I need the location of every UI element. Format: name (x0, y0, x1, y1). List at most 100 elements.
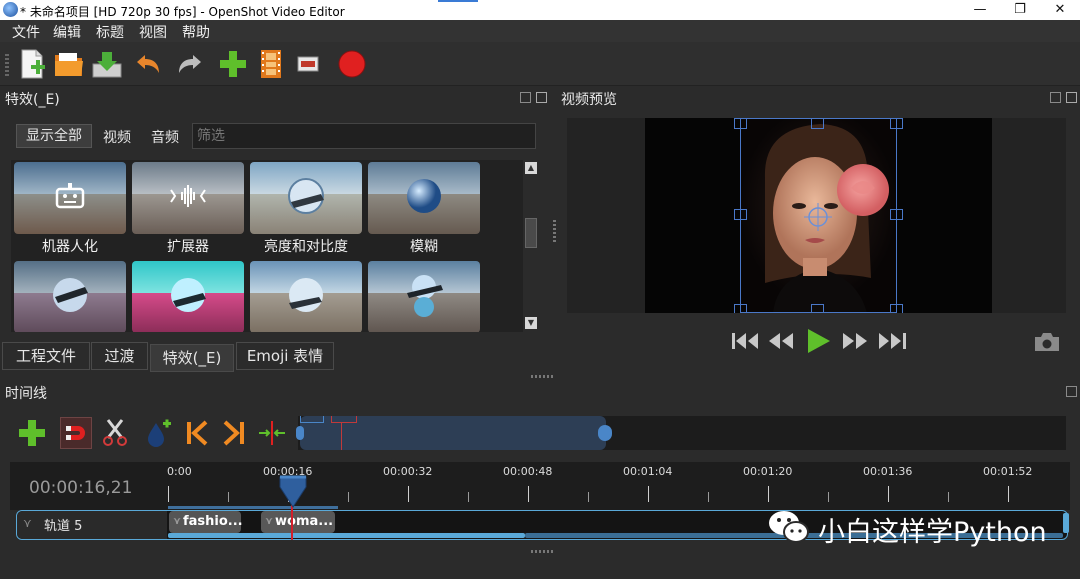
watermark-text: 小白这样学Python (818, 517, 1047, 548)
menu-help[interactable]: 帮助 (182, 22, 210, 42)
audio-filter-button[interactable]: 音频 (151, 127, 179, 147)
transform-handle[interactable] (890, 118, 903, 129)
track-collapse-icon[interactable]: ⋎ (23, 516, 32, 530)
scroll-up-icon[interactable]: ▲ (525, 162, 537, 174)
menu-edit[interactable]: 编辑 (53, 22, 81, 42)
scroll-thumb[interactable] (525, 218, 537, 248)
transform-handle[interactable] (890, 209, 903, 220)
clip-menu-icon[interactable]: ⋎ (173, 511, 181, 533)
save-project-icon[interactable] (91, 48, 123, 80)
timeline-title: 时间线 (5, 386, 47, 402)
track-end-handle[interactable] (1063, 513, 1069, 533)
clip-woman[interactable]: ⋎ woma... (261, 511, 335, 533)
close-button[interactable]: ✕ (1037, 0, 1080, 20)
snapping-icon[interactable] (60, 417, 92, 449)
transform-handle[interactable] (811, 304, 824, 313)
clip-label: woma... (275, 514, 334, 529)
new-project-icon[interactable] (16, 48, 48, 80)
window-title: * 未命名项目 [HD 720p 30 fps] - OpenShot Vide… (20, 5, 345, 19)
vertical-splitter[interactable] (553, 220, 556, 242)
toolbar-grip[interactable] (5, 54, 9, 76)
bottom-splitter[interactable] (531, 550, 553, 553)
title-accent (438, 0, 478, 2)
show-all-button[interactable]: 显示全部 (16, 124, 92, 148)
ruler-tick (648, 486, 649, 502)
horizontal-splitter[interactable] (531, 375, 553, 378)
effect-thumb[interactable] (132, 261, 244, 332)
record-icon[interactable] (336, 48, 368, 80)
clip-fashion[interactable]: ⋎ fashio... (169, 511, 243, 533)
zoom-playhead-marker (331, 416, 357, 423)
ruler-tick (528, 486, 529, 502)
effect-thumb[interactable] (250, 261, 362, 332)
scroll-down-icon[interactable]: ▼ (525, 317, 537, 329)
filter-input[interactable]: 筛选 (192, 123, 536, 149)
current-time-display: 00:00:16,21 (29, 478, 133, 498)
tab-transitions[interactable]: 过渡 (91, 342, 148, 370)
ruler-tick (1008, 486, 1009, 502)
fast-forward-icon[interactable] (841, 330, 869, 352)
timeline-float-icon[interactable] (1066, 386, 1077, 397)
effect-label: 模糊 (410, 239, 438, 255)
profile-icon[interactable] (255, 48, 287, 80)
zoom-handle-left[interactable] (296, 426, 304, 440)
transform-handle[interactable] (734, 209, 747, 220)
menu-title[interactable]: 标题 (96, 22, 124, 42)
effects-scrollbar[interactable]: ▲ ▼ (523, 160, 539, 332)
transform-handle[interactable] (890, 304, 903, 313)
openshot-logo-icon (3, 2, 18, 17)
add-track-icon[interactable] (16, 417, 48, 449)
effects-float-icon[interactable] (520, 92, 531, 103)
menu-file[interactable]: 文件 (12, 22, 40, 42)
jump-end-icon[interactable] (878, 330, 908, 352)
zoom-handle-right[interactable] (598, 425, 612, 441)
video-filter-button[interactable]: 视频 (103, 127, 131, 147)
preview-close-icon[interactable] (1066, 92, 1077, 103)
track-clip-bar (168, 533, 525, 538)
center-playhead-icon[interactable] (256, 417, 288, 449)
undo-icon[interactable] (133, 48, 165, 80)
blur-icon (404, 176, 444, 220)
next-marker-icon[interactable] (218, 417, 250, 449)
add-marker-icon[interactable] (142, 417, 174, 449)
main-toolbar (0, 42, 1080, 86)
tab-project-files[interactable]: 工程文件 (2, 342, 90, 370)
ruler-tick (708, 492, 709, 502)
title-bar: * 未命名项目 [HD 720p 30 fps] - OpenShot Vide… (0, 0, 1080, 20)
jump-start-icon[interactable] (731, 330, 759, 352)
import-files-icon[interactable] (217, 48, 249, 80)
effects-close-icon[interactable] (536, 92, 547, 103)
track-header[interactable]: ⋎ 轨道 5 (17, 511, 167, 539)
transform-handle[interactable] (811, 118, 824, 129)
effect-thumb[interactable] (14, 261, 126, 332)
razor-icon[interactable] (99, 417, 131, 449)
camera-icon[interactable] (1032, 331, 1062, 353)
transform-handle[interactable] (734, 118, 747, 129)
effect-expander-thumb[interactable] (132, 162, 244, 234)
effect-brightness-thumb[interactable] (250, 162, 362, 234)
preview-float-icon[interactable] (1050, 92, 1061, 103)
effect-blur-thumb[interactable] (368, 162, 480, 234)
tab-effects[interactable]: 特效(_E) (150, 344, 234, 372)
effect-icon (47, 275, 93, 319)
effect-icon (165, 275, 211, 319)
effect-robot-thumb[interactable] (14, 162, 126, 234)
menu-view[interactable]: 视图 (139, 22, 167, 42)
redo-icon[interactable] (173, 48, 205, 80)
center-crosshair-icon[interactable] (804, 203, 832, 231)
play-icon[interactable] (804, 329, 832, 353)
previous-marker-icon[interactable] (181, 417, 213, 449)
playhead-icon[interactable] (278, 475, 308, 509)
export-frame-icon[interactable] (292, 48, 324, 80)
video-frame (645, 118, 992, 313)
track-name-label: 轨道 5 (44, 519, 83, 534)
ruler-tick (168, 486, 169, 502)
clip-menu-icon[interactable]: ⋎ (265, 511, 273, 533)
clip-label: fashio... (183, 514, 243, 529)
effect-thumb[interactable] (368, 261, 480, 332)
tab-emoji[interactable]: Emoji 表情 (236, 342, 334, 370)
transform-handle[interactable] (734, 304, 747, 313)
ruler-label: 00:01:04 (623, 465, 673, 478)
open-project-icon[interactable] (53, 48, 85, 80)
rewind-icon[interactable] (767, 330, 795, 352)
